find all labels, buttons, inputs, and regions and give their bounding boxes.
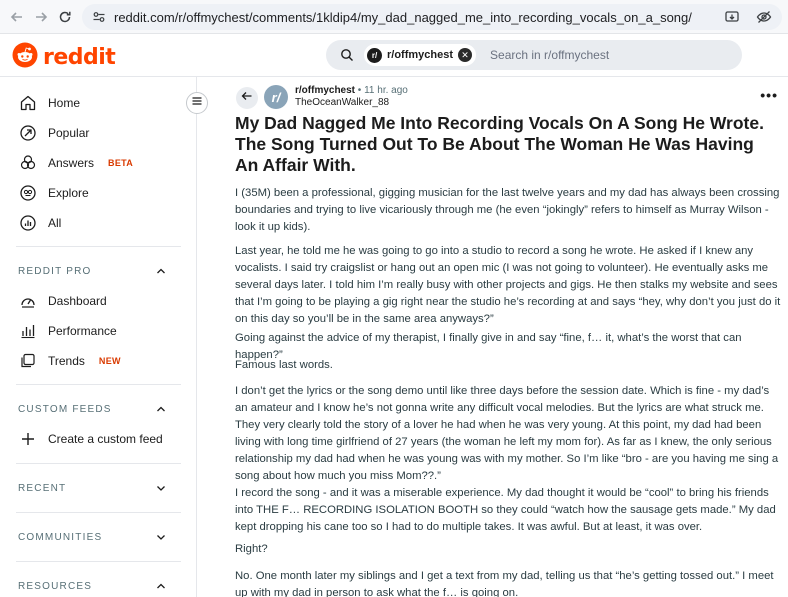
sidebar-item-label: All bbox=[48, 216, 62, 230]
section-title: REDDIT PRO bbox=[18, 265, 92, 277]
new-badge: NEW bbox=[98, 356, 121, 366]
section-reddit-pro[interactable]: REDDIT PRO bbox=[18, 261, 168, 281]
subreddit-chip-label: r/offmychest bbox=[387, 49, 454, 61]
sidebar-item-popular[interactable]: Popular bbox=[18, 121, 89, 145]
all-icon bbox=[18, 213, 38, 233]
search-input[interactable] bbox=[490, 48, 711, 62]
section-title: RECENT bbox=[18, 482, 67, 494]
sidebar-divider bbox=[16, 246, 181, 247]
sidebar-item-all[interactable]: All bbox=[18, 211, 61, 235]
back-button[interactable] bbox=[236, 87, 258, 109]
left-sidebar: Home Popular Answers BETA Explore All RE… bbox=[0, 77, 197, 597]
reddit-wordmark: reddit bbox=[43, 45, 116, 70]
answers-icon bbox=[18, 153, 38, 173]
plus-icon bbox=[18, 429, 38, 449]
search-icon bbox=[336, 44, 358, 66]
sidebar-item-label: Home bbox=[48, 96, 81, 110]
back-arrow-icon[interactable] bbox=[6, 6, 28, 28]
reddit-snoo-icon bbox=[12, 42, 38, 73]
more-options-icon[interactable]: ••• bbox=[760, 87, 778, 103]
sidebar-divider bbox=[16, 512, 181, 513]
sidebar-item-performance[interactable]: Performance bbox=[18, 319, 117, 343]
sidebar-item-dashboard[interactable]: Dashboard bbox=[18, 289, 107, 313]
section-title: CUSTOM FEEDS bbox=[18, 403, 112, 415]
chevron-down-icon[interactable] bbox=[154, 530, 168, 544]
chevron-up-icon[interactable] bbox=[154, 579, 168, 593]
trends-icon bbox=[18, 351, 38, 371]
menu-icon bbox=[191, 94, 203, 112]
address-bar[interactable]: reddit.com/r/offmychest/comments/1kldip4… bbox=[82, 4, 782, 30]
sidebar-divider bbox=[16, 463, 181, 464]
chevron-up-icon[interactable] bbox=[154, 264, 168, 278]
section-title: COMMUNITIES bbox=[18, 531, 103, 543]
subreddit-chip-avatar-icon: r/ bbox=[367, 47, 382, 63]
site-settings-icon[interactable] bbox=[88, 6, 110, 28]
meta-separator: • bbox=[357, 85, 362, 96]
chevron-down-icon[interactable] bbox=[154, 481, 168, 495]
sidebar-item-trends[interactable]: Trends NEW bbox=[18, 349, 121, 373]
sidebar-item-label: Performance bbox=[48, 324, 117, 338]
section-communities[interactable]: COMMUNITIES bbox=[18, 527, 168, 547]
section-recent[interactable]: RECENT bbox=[18, 478, 168, 498]
post-paragraph: Last year, he told me he was going to go… bbox=[235, 245, 781, 325]
post-paragraph: Famous last words. bbox=[235, 359, 333, 371]
sidebar-item-label: Dashboard bbox=[48, 294, 107, 308]
sidebar-item-label: Popular bbox=[48, 126, 90, 140]
reddit-logo[interactable]: reddit bbox=[12, 42, 116, 73]
sidebar-item-answers[interactable]: Answers BETA bbox=[18, 151, 133, 175]
post-paragraph: Right? bbox=[235, 543, 268, 555]
collapse-sidebar-button[interactable] bbox=[186, 92, 208, 114]
post-paragraph: I don’t get the lyrics or the song demo … bbox=[235, 385, 779, 482]
forward-arrow-icon[interactable] bbox=[30, 6, 52, 28]
section-custom-feeds[interactable]: CUSTOM FEEDS bbox=[18, 399, 168, 419]
dashboard-icon bbox=[18, 291, 38, 311]
beta-badge: BETA bbox=[108, 158, 134, 168]
sidebar-item-label: Trends bbox=[48, 354, 85, 368]
install-app-icon[interactable] bbox=[722, 7, 742, 27]
sidebar-divider bbox=[16, 561, 181, 562]
subreddit-filter-chip[interactable]: r/ r/offmychest ✕ bbox=[364, 44, 477, 66]
create-custom-feed-button[interactable]: Create a custom feed bbox=[18, 427, 163, 451]
section-resources[interactable]: RESOURCES bbox=[18, 576, 168, 596]
post-paragraph: I record the song - and it was a miserab… bbox=[235, 487, 776, 533]
sidebar-item-home[interactable]: Home bbox=[18, 91, 80, 115]
sidebar-item-label: Answers bbox=[48, 156, 95, 170]
post-title: My Dad Nagged Me Into Recording Vocals O… bbox=[235, 113, 764, 175]
performance-icon bbox=[18, 321, 38, 341]
clear-chip-icon[interactable]: ✕ bbox=[458, 48, 473, 62]
post-container: r/ r/offmychest • 11 hr. ago TheOceanWal… bbox=[198, 77, 788, 597]
tracking-protection-icon[interactable] bbox=[754, 7, 774, 27]
sidebar-item-label: Create a custom feed bbox=[48, 432, 163, 446]
sidebar-item-explore[interactable]: Explore bbox=[18, 181, 89, 205]
arrow-left-icon bbox=[241, 89, 253, 107]
subreddit-link[interactable]: r/offmychest bbox=[295, 85, 355, 96]
sidebar-item-label: Explore bbox=[48, 186, 89, 200]
browser-toolbar: reddit.com/r/offmychest/comments/1kldip4… bbox=[0, 0, 788, 34]
post-meta: r/offmychest • 11 hr. ago TheOceanWalker… bbox=[295, 85, 408, 109]
sidebar-divider bbox=[16, 384, 181, 385]
post-paragraph: No. One month later my siblings and I ge… bbox=[235, 570, 774, 597]
reddit-header: reddit r/ r/offmychest ✕ bbox=[0, 34, 788, 77]
post-paragraph: I (35M) been a professional, gigging mus… bbox=[235, 187, 780, 233]
section-title: RESOURCES bbox=[18, 580, 93, 592]
author-link[interactable]: TheOceanWalker_88 bbox=[295, 97, 408, 109]
popular-icon bbox=[18, 123, 38, 143]
chevron-up-icon[interactable] bbox=[154, 402, 168, 416]
reload-icon[interactable] bbox=[54, 6, 76, 28]
subreddit-avatar[interactable]: r/ bbox=[264, 85, 288, 109]
url-text[interactable]: reddit.com/r/offmychest/comments/1kldip4… bbox=[114, 10, 692, 25]
search-bar[interactable]: r/ r/offmychest ✕ bbox=[326, 40, 742, 70]
explore-icon bbox=[18, 183, 38, 203]
post-time: 11 hr. ago bbox=[364, 85, 408, 96]
home-icon bbox=[18, 93, 38, 113]
